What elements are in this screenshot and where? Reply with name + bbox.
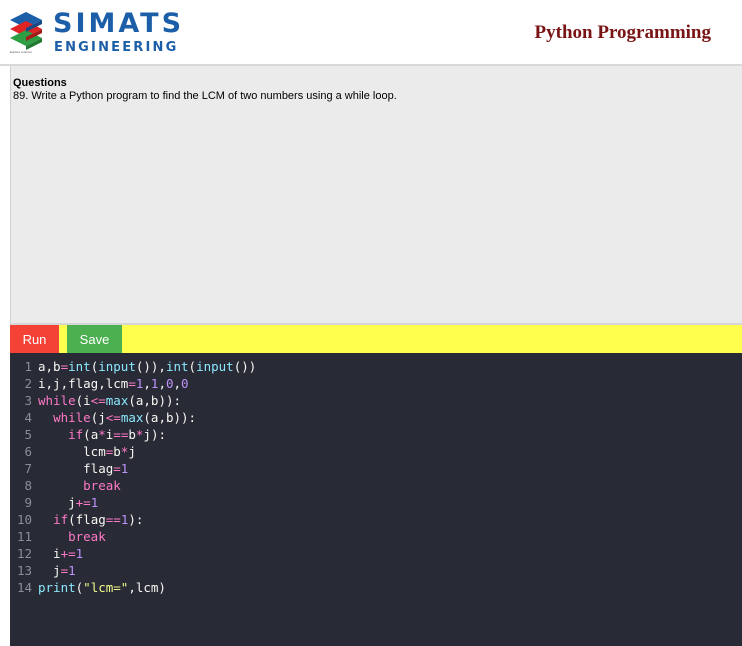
logo-text-simats: SIMATS xyxy=(53,8,185,39)
line-number: 2 xyxy=(24,376,32,391)
line-number: 1 xyxy=(24,359,32,374)
code-line[interactable]: 6 lcm=b*j xyxy=(10,443,136,460)
line-number: 9 xyxy=(24,495,32,510)
code-text: break xyxy=(83,478,121,493)
code-text: flag=1 xyxy=(38,461,129,476)
code-text: if(a*i==b*j): xyxy=(68,427,166,442)
questions-panel: Questions 89. Write a Python program to … xyxy=(10,66,742,325)
toolbar: Run Save xyxy=(10,325,742,353)
line-number: 14 xyxy=(16,580,32,595)
code-line[interactable]: 8 break xyxy=(10,477,121,494)
code-line[interactable]: 10 if(flag==1): xyxy=(10,511,143,528)
code-line[interactable]: 12 i+=1 xyxy=(10,545,83,562)
code-text: i+=1 xyxy=(38,546,84,561)
code-line[interactable]: 3 while(i<=max(a,b)): xyxy=(10,392,181,409)
code-text: a,b=int(input()),int(input()) xyxy=(38,359,257,374)
code-line[interactable]: 4 while(j<=max(a,b)): xyxy=(10,409,196,426)
question-text: 89. Write a Python program to find the L… xyxy=(13,90,397,102)
code-text: lcm=b*j xyxy=(38,444,136,459)
code-line[interactable]: 11 break xyxy=(10,528,106,545)
line-number: 7 xyxy=(24,461,32,476)
questions-label: Questions xyxy=(13,77,67,89)
code-text: while(i<=max(a,b)): xyxy=(38,393,182,408)
line-number: 4 xyxy=(24,410,32,425)
code-line[interactable]: 2 i,j,flag,lcm=1,1,0,0 xyxy=(10,375,189,392)
header: SIMATS ENGINEERING Explore to Excel Pyth… xyxy=(0,0,742,66)
run-button[interactable]: Run xyxy=(10,325,59,353)
save-button[interactable]: Save xyxy=(67,325,122,353)
simats-logo-icon xyxy=(8,10,48,52)
line-number: 11 xyxy=(16,529,32,544)
line-number: 8 xyxy=(24,478,32,493)
line-number: 10 xyxy=(16,512,32,527)
code-text: j+=1 xyxy=(38,495,99,510)
code-text: i,j,flag,lcm=1,1,0,0 xyxy=(38,376,189,391)
logo-text-engineering: ENGINEERING xyxy=(54,40,179,55)
code-text: j=1 xyxy=(38,563,76,578)
logo-tagline: Explore to Excel xyxy=(10,50,32,54)
code-line[interactable]: 5 if(a*i==b*j): xyxy=(10,426,166,443)
code-editor[interactable]: 1 a,b=int(input()),int(input()) 2 i,j,flag,… xyxy=(10,353,742,646)
code-text: break xyxy=(68,529,106,544)
code-line[interactable]: 9 j+=1 xyxy=(10,494,98,511)
code-line[interactable]: 13 j=1 xyxy=(10,562,76,579)
code-text: print("lcm=",lcm) xyxy=(38,580,166,595)
code-text: if(flag==1): xyxy=(53,512,144,527)
line-number: 5 xyxy=(24,427,32,442)
line-number: 12 xyxy=(16,546,32,561)
line-number: 13 xyxy=(16,563,32,578)
code-text: while(j<=max(a,b)): xyxy=(53,410,197,425)
code-line[interactable]: 1 a,b=int(input()),int(input()) xyxy=(10,358,256,375)
line-number: 3 xyxy=(24,393,32,408)
line-number: 6 xyxy=(24,444,32,459)
course-title: Python Programming xyxy=(534,22,711,43)
code-line[interactable]: 14 print("lcm=",lcm) xyxy=(10,579,166,596)
code-line[interactable]: 7 flag=1 xyxy=(10,460,128,477)
